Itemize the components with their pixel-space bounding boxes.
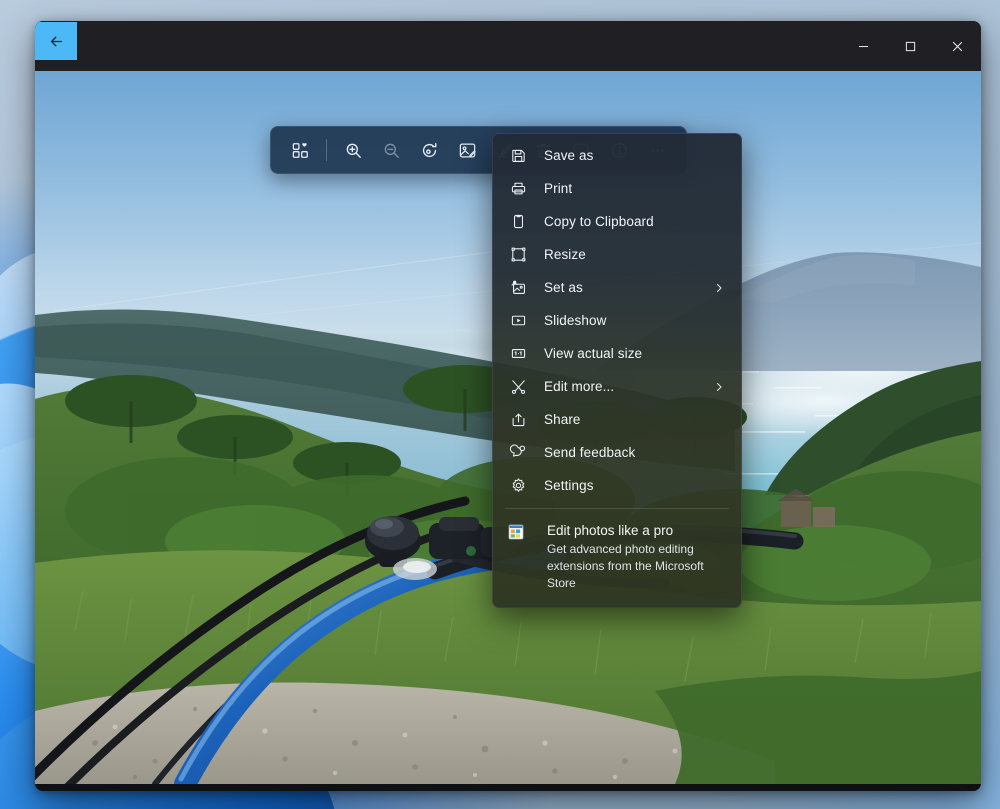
- edit-more-icon: [507, 376, 529, 398]
- resize-frame-icon: [507, 244, 529, 266]
- menu-item-send-feedback[interactable]: Send feedback: [497, 436, 737, 469]
- zoom-in-button[interactable]: [334, 132, 372, 168]
- set-as-image-icon: [507, 277, 529, 299]
- floppy-disk-icon: [507, 145, 529, 167]
- gallery-heart-icon: [292, 142, 308, 158]
- multi-view-gallery-button[interactable]: [281, 132, 319, 168]
- back-arrow-icon: [50, 36, 62, 46]
- menu-item-edit-more[interactable]: Edit more...: [497, 370, 737, 403]
- menu-item-label: Edit more...: [544, 379, 615, 394]
- magnifier-plus-icon: [346, 143, 361, 158]
- clipboard-icon: [507, 211, 529, 233]
- photo-stage: Save as Print Copy to Clipboard Resize S…: [35, 71, 981, 791]
- title-bar: [35, 21, 981, 71]
- desktop: Save as Print Copy to Clipboard Resize S…: [0, 0, 1000, 809]
- menu-item-label: Resize: [544, 247, 586, 262]
- menu-item-save-as[interactable]: Save as: [497, 139, 737, 172]
- menu-item-print[interactable]: Print: [497, 172, 737, 205]
- store-promo-title: Edit photos like a pro: [547, 523, 674, 538]
- gear-icon: [507, 475, 529, 497]
- zoom-out-button[interactable]: [372, 132, 410, 168]
- menu-item-label: Set as: [544, 280, 583, 295]
- close-button[interactable]: [934, 21, 981, 71]
- menu-separator: [505, 508, 729, 509]
- menu-item-label: Share: [544, 412, 581, 427]
- store-promo-item[interactable]: Edit photos like a pro Get advanced phot…: [497, 515, 737, 600]
- menu-item-copy-to-clipboard[interactable]: Copy to Clipboard: [497, 205, 737, 238]
- minimize-button[interactable]: [840, 21, 887, 71]
- toolbar-separator: [326, 139, 327, 161]
- menu-item-label: View actual size: [544, 346, 643, 361]
- one-to-one-icon: [507, 343, 529, 365]
- chevron-right-icon: [713, 381, 725, 393]
- menu-item-label: Settings: [544, 478, 594, 493]
- menu-item-resize[interactable]: Resize: [497, 238, 737, 271]
- close-icon: [952, 41, 963, 51]
- slideshow-play-icon: [507, 310, 529, 332]
- menu-item-slideshow[interactable]: Slideshow: [497, 304, 737, 337]
- feedback-icon: [507, 442, 529, 464]
- menu-item-label: Print: [544, 181, 573, 196]
- menu-item-label: Send feedback: [544, 445, 636, 460]
- rotate-button[interactable]: [410, 132, 448, 168]
- menu-item-view-actual-size[interactable]: View actual size: [497, 337, 737, 370]
- menu-item-label: Slideshow: [544, 313, 607, 328]
- store-promo-text: Edit photos like a pro Get advanced phot…: [547, 521, 719, 592]
- menu-item-share[interactable]: Share: [497, 403, 737, 436]
- maximize-icon: [905, 41, 916, 51]
- minimize-icon: [858, 45, 869, 47]
- window-controls: [840, 21, 981, 71]
- maximize-button[interactable]: [887, 21, 934, 71]
- microsoft-store-icon: [507, 523, 527, 543]
- store-promo-subtitle: Get advanced photo editing extensions fr…: [547, 542, 704, 590]
- rotate-icon: [422, 142, 436, 157]
- photos-app-window: Save as Print Copy to Clipboard Resize S…: [35, 21, 981, 791]
- menu-item-label: Save as: [544, 148, 594, 163]
- magnifier-minus-icon: [384, 143, 399, 158]
- edit-image-button[interactable]: [448, 132, 486, 168]
- image-edit-icon: [459, 143, 476, 158]
- back-button[interactable]: [35, 22, 77, 60]
- menu-item-settings[interactable]: Settings: [497, 469, 737, 502]
- see-more-context-menu: Save as Print Copy to Clipboard Resize S…: [492, 133, 742, 608]
- menu-item-label: Copy to Clipboard: [544, 214, 654, 229]
- menu-item-set-as[interactable]: Set as: [497, 271, 737, 304]
- printer-icon: [507, 178, 529, 200]
- chevron-right-icon: [713, 282, 725, 294]
- share-icon: [507, 409, 529, 431]
